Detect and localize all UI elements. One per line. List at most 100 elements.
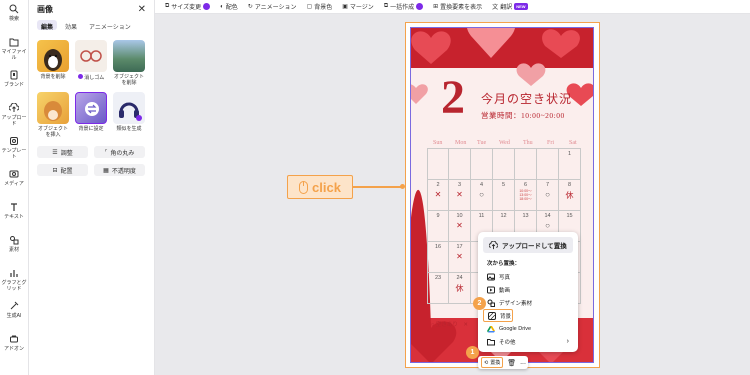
day-number: 13 — [522, 213, 529, 219]
calendar-cell: 16 — [427, 242, 449, 272]
day-number: 9 — [436, 213, 440, 219]
availability-mark: ○ — [545, 190, 550, 199]
checker-icon: ▦ — [103, 167, 109, 174]
rail-media[interactable]: メディア — [0, 165, 28, 198]
position-button[interactable]: ⊟ 配置 — [37, 164, 88, 176]
top-toolbar: ⧉ サイズ変更 ◐ 配色 ↻ アニメーション ▢ 背景色 ▣ マージン ⧉ 一括作成 ⊞ 置換… — [155, 0, 750, 14]
weekday-mon: Mon — [455, 140, 467, 146]
upload-icon — [9, 103, 19, 112]
template-icon — [10, 137, 18, 145]
adjust-button[interactable]: ☰ 調整 — [37, 146, 88, 158]
ai-icon — [10, 301, 19, 310]
tab-animation[interactable]: アニメーション — [85, 20, 135, 31]
time-slots: 10:00〜 13:00〜 18:00〜 — [519, 189, 532, 201]
tool-bg-remove[interactable]: 背景を削除 — [37, 40, 69, 86]
weekday-sat: Sat — [569, 140, 577, 146]
calendar-cell: 5 — [493, 180, 515, 210]
crown-icon — [416, 3, 424, 10]
rail-text[interactable]: テキスト — [0, 198, 28, 231]
eraser-icon — [77, 74, 83, 79]
background-icon — [488, 311, 496, 320]
day-number: 16 — [434, 244, 442, 250]
replace-elements-icon: ⊞ — [433, 4, 439, 10]
brand-icon — [10, 70, 18, 80]
translate-button[interactable]: 文翻訳 NEW — [492, 2, 528, 11]
rail-upload[interactable]: アップロード — [0, 99, 28, 132]
bg-color-button[interactable]: ▢ 背景色 — [307, 2, 333, 11]
shiba-thumbnail — [37, 92, 69, 124]
menu-item-photo[interactable]: 写真 — [483, 270, 573, 283]
day-number: 6 — [523, 182, 528, 188]
menu-item-video[interactable]: 動画 — [483, 283, 573, 296]
menu-item-design-elements[interactable]: デザイン素材 — [483, 296, 573, 309]
availability-mark: ✕ — [456, 221, 463, 230]
tool-set-background[interactable]: 背景に設定 — [75, 92, 107, 138]
day-number: 4 — [479, 182, 484, 188]
rail-chart[interactable]: グラフとグリッド — [0, 264, 28, 297]
availability-mark: 休 — [455, 284, 464, 293]
folder-icon — [9, 38, 19, 47]
rail-myfiles[interactable]: マイファイル — [0, 33, 28, 66]
menu-item-google-drive[interactable]: Google Drive — [483, 322, 573, 335]
rail-elements[interactable]: 素材 — [0, 231, 28, 264]
bulk-icon: ⧉ — [383, 3, 389, 9]
animation-button[interactable]: ↻ アニメーション — [248, 2, 297, 11]
day-number: 11 — [478, 213, 485, 219]
calendar-cell: 4 ○ — [471, 180, 493, 210]
step-1-marker: 1 — [466, 346, 479, 359]
left-rail: 検索 マイファイル ブランド アップロード テンプレート メディア テキスト 素… — [0, 0, 29, 375]
weekday-tue: Tue — [477, 140, 487, 146]
replace-from-heading: 次から置換： — [487, 261, 521, 267]
menu-item-other[interactable]: その他 › — [483, 335, 573, 348]
color-scheme-button[interactable]: ◐ 配色 — [220, 2, 238, 12]
tab-edit[interactable]: 編集 — [37, 20, 58, 31]
addon-icon — [10, 335, 18, 343]
image-edit-panel: 画像 ✕ 編集 効果 アニメーション 背景を削除 消しゴム オブジェクトを削除 — [29, 0, 155, 375]
tool-object-insert[interactable]: オブジェクトを挿入 — [37, 92, 69, 138]
calendar-cell: 8休 — [559, 180, 581, 210]
bulk-create-button[interactable]: ⧉ 一括作成 — [383, 2, 424, 11]
calendar-cell — [449, 149, 471, 179]
headphones-thumbnail — [113, 92, 145, 124]
margin-button[interactable]: ▣ マージン — [342, 2, 374, 11]
day-number: 5 — [501, 182, 506, 188]
dog-thumbnail — [37, 40, 69, 72]
calendar-cell: 6 10:00〜 13:00〜 18:00〜 — [515, 180, 537, 210]
day-number: 8 — [567, 182, 572, 188]
more-icon[interactable]: ... — [520, 359, 526, 366]
calendar-cell — [493, 149, 515, 179]
rail-brand[interactable]: ブランド — [0, 66, 28, 99]
resize-icon: ⧉ — [165, 3, 170, 9]
resize-button[interactable]: ⧉ サイズ変更 — [165, 2, 211, 11]
trash-icon[interactable]: 🗑 — [507, 359, 516, 367]
weekday-sun: Sun — [433, 140, 443, 146]
floating-toolbar: ⟲ 置換 🗑 ... — [478, 356, 528, 369]
day-number: 3 — [457, 182, 462, 188]
calendar-row: 1 — [427, 149, 581, 180]
show-replace-button[interactable]: ⊞ 置換要素を表示 — [433, 2, 482, 11]
tab-effects[interactable]: 効果 — [61, 20, 81, 31]
set-bg-thumbnail — [75, 92, 107, 124]
tool-generate-similar[interactable]: 類似を生成 — [113, 92, 145, 138]
media-icon — [9, 170, 19, 178]
menu-item-background[interactable]: 背景 — [483, 309, 513, 322]
corner-radius-button[interactable]: ⌜ 角の丸み — [94, 146, 145, 158]
tool-eraser[interactable]: 消しゴム — [75, 40, 107, 86]
day-number: 17 — [456, 244, 463, 250]
tool-object-remove[interactable]: オブジェクトを削除 — [113, 40, 145, 86]
calendar-cell: 1 — [559, 149, 581, 179]
rail-addon[interactable]: アドオン — [0, 330, 28, 363]
upload-replace-button[interactable]: アップロードして置換 — [483, 237, 573, 253]
replace-button[interactable]: ⟲ 置換 — [481, 357, 504, 368]
connector-line — [353, 186, 403, 188]
transparency-button[interactable]: ▦ 不透明度 — [94, 164, 145, 176]
google-drive-icon — [487, 325, 495, 332]
close-icon[interactable]: ✕ — [138, 4, 146, 15]
rail-ai[interactable]: 生成AI — [0, 297, 28, 330]
calendar-cell: 3 ✕ — [449, 180, 471, 210]
rail-search[interactable]: 検索 — [0, 0, 28, 33]
position-icon: ⊟ — [52, 167, 58, 174]
video-icon — [487, 286, 495, 293]
rail-template[interactable]: テンプレート — [0, 132, 28, 165]
weekday-wed: Wed — [499, 140, 510, 146]
